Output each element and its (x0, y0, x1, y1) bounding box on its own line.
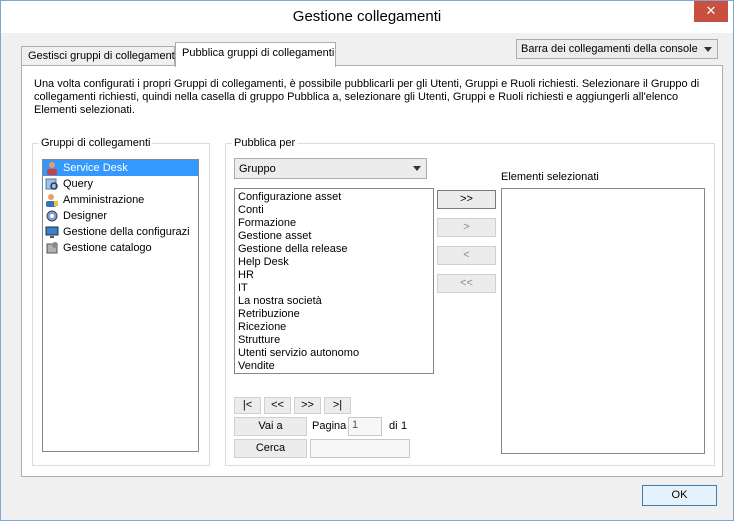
console-select-value: Barra dei collegamenti della console (521, 43, 698, 55)
first-page-button[interactable]: |< (234, 397, 261, 414)
dialog-window: Gestione collegamenti ✕ Gestisci gruppi … (0, 0, 734, 521)
page-label: Pagina (312, 420, 347, 432)
next-page-button[interactable]: >> (294, 397, 321, 414)
selected-items-list[interactable] (501, 188, 705, 454)
list-item[interactable]: HR (235, 269, 433, 282)
selected-items-label: Elementi selezionati (501, 171, 599, 183)
groups-groupbox: Gruppi di collegamenti Service Desk Quer… (32, 137, 210, 466)
prev-page-button[interactable]: << (264, 397, 291, 414)
tree-item-administration[interactable]: Amministrazione (43, 192, 198, 208)
groups-groupbox-label: Gruppi di collegamenti (39, 137, 153, 149)
list-item[interactable]: Gestione asset (235, 230, 433, 243)
list-item[interactable]: Configurazione asset (235, 191, 433, 204)
tree-item-designer[interactable]: Designer (43, 208, 198, 224)
last-page-button[interactable]: >| (324, 397, 351, 414)
goto-page-button[interactable]: Vai a (234, 417, 307, 436)
add-all-button[interactable]: >> (437, 190, 496, 209)
close-icon: ✕ (705, 3, 717, 18)
publish-groupbox-label: Pubblica per (232, 137, 298, 149)
tree-item-catalog[interactable]: Gestione catalogo (43, 240, 198, 256)
list-item[interactable]: Help Desk (235, 256, 433, 269)
search-button[interactable]: Cerca (234, 439, 307, 458)
close-button[interactable]: ✕ (694, 1, 728, 22)
list-item[interactable]: Conti (235, 204, 433, 217)
list-item[interactable]: Vendite (235, 360, 433, 373)
publish-groupbox: Pubblica per Gruppo Configurazione asset… (225, 137, 715, 466)
list-item[interactable]: Retribuzione (235, 308, 433, 321)
list-item[interactable]: Utenti servizio autonomo (235, 347, 433, 360)
tree-item-label: Service Desk (63, 162, 128, 174)
tree-item-label: Amministrazione (63, 194, 145, 206)
publish-type-select[interactable]: Gruppo (234, 158, 427, 179)
tree-item-service-desk[interactable]: Service Desk (43, 160, 198, 176)
page-number-input[interactable]: 1 (348, 417, 382, 436)
query-icon (45, 178, 58, 190)
list-item[interactable]: Strutture (235, 334, 433, 347)
tree-item-label: Gestione catalogo (63, 242, 152, 254)
description-text: Una volta configurati i propri Gruppi di… (34, 78, 700, 116)
groups-tree[interactable]: Service Desk Query Amministrazione Desig… (42, 159, 199, 452)
tab-manage-groups[interactable]: Gestisci gruppi di collegamenti (21, 46, 177, 67)
available-items-list[interactable]: Configurazione asset Conti Formazione Ge… (234, 188, 434, 374)
list-item[interactable]: Gestione della release (235, 243, 433, 256)
of-label: di (389, 420, 398, 432)
add-button[interactable]: > (437, 218, 496, 237)
list-item[interactable]: IT (235, 282, 433, 295)
tree-item-label: Designer (63, 210, 108, 222)
chevron-down-icon (413, 166, 421, 171)
remove-all-button[interactable]: << (437, 274, 496, 293)
tree-item-query[interactable]: Query (43, 176, 198, 192)
tree-item-label: Query (63, 178, 93, 190)
remove-button[interactable]: < (437, 246, 496, 265)
publish-tab-panel: Una volta configurati i propri Gruppi di… (21, 65, 723, 477)
chevron-down-icon (704, 47, 712, 52)
service-desk-icon (47, 162, 57, 175)
publish-type-value: Gruppo (239, 163, 276, 175)
total-pages: 1 (401, 420, 408, 432)
list-item[interactable]: Ricezione (235, 321, 433, 334)
search-input[interactable] (310, 439, 410, 458)
tab-publish-groups[interactable]: Pubblica gruppi di collegamenti (175, 42, 336, 67)
catalog-icon (46, 242, 58, 254)
list-item[interactable]: Formazione (235, 217, 433, 230)
console-toolbar-select[interactable]: Barra dei collegamenti della console (516, 39, 718, 59)
designer-icon (46, 210, 58, 222)
ok-button[interactable]: OK (642, 485, 717, 506)
tree-item-configuration[interactable]: Gestione della configurazi (43, 224, 198, 240)
window-title: Gestione collegamenti (292, 8, 442, 25)
list-item[interactable]: La nostra società (235, 295, 433, 308)
tree-item-label: Gestione della configurazi (63, 226, 190, 238)
configuration-icon (45, 226, 59, 238)
title-bar[interactable]: Gestione collegamenti ✕ (1, 1, 733, 33)
administration-icon (46, 194, 58, 207)
